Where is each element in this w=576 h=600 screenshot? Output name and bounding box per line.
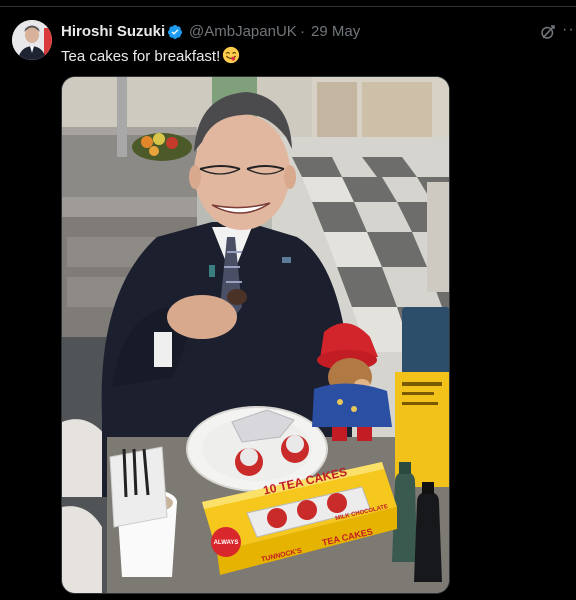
- more-icon[interactable]: ···: [562, 21, 576, 39]
- verified-badge-icon: [167, 25, 182, 39]
- box-badge-label: ALWAYS: [214, 540, 239, 546]
- author-handle[interactable]: @AmbJapanUK: [189, 23, 297, 40]
- tweet-text-content: Tea cakes for breakfast!: [61, 48, 221, 65]
- dot-separator: ·: [300, 23, 305, 40]
- tweet-date[interactable]: 29 May: [311, 23, 360, 40]
- tweet-text: Tea cakes for breakfast!: [61, 46, 240, 65]
- top-divider: [0, 6, 576, 7]
- grok-icon[interactable]: [539, 23, 557, 41]
- avatar[interactable]: [12, 20, 52, 60]
- face-savoring-food-emoji: [223, 46, 240, 64]
- author-name[interactable]: Hiroshi Suzuki: [61, 23, 165, 40]
- tweet-photo[interactable]: 10 TEA CAKES MILK CHOCOLATE TEA CAKES TU…: [61, 76, 450, 594]
